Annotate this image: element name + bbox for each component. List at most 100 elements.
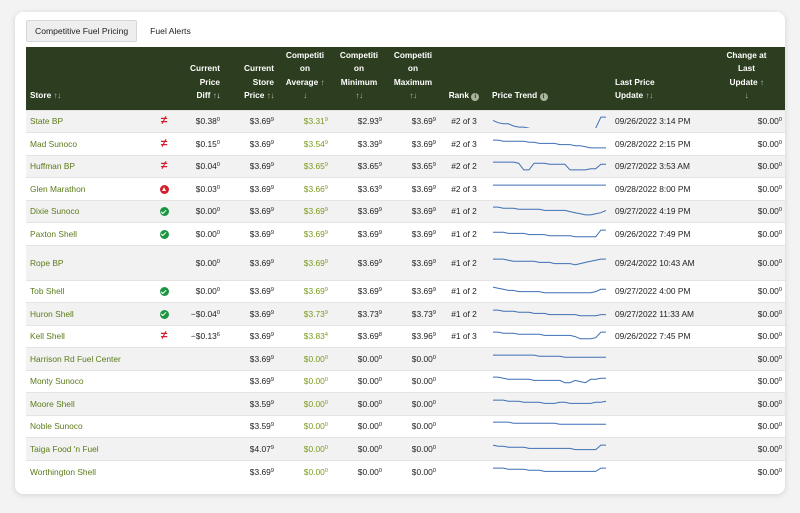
store-link[interactable]: Harrison Rd Fuel Center (30, 354, 121, 364)
table-row[interactable]: Rope BP $0.000 $3.699 $3.699 $3.699 $3.6… (26, 244, 785, 280)
rank-cell: #2 of 3 (440, 177, 488, 200)
table-row[interactable]: Mad Sunoco ≠ $0.150 $3.699 $3.549 $3.399… (26, 132, 785, 155)
header-competition-average[interactable]: Competiti on Average ↑ ↓ (278, 47, 332, 110)
sort-icon: ↑ (759, 76, 764, 87)
change-at-last-update-cell: $0.000 (707, 199, 785, 223)
table-row[interactable]: Dixie Sunoco $0.000 $3.699 $3.699 $3.699… (26, 199, 785, 223)
header-competition-maximum[interactable]: Competiti on Maximum ↑↓ (386, 47, 440, 110)
current-price-diff-cell: $0.150 (174, 132, 224, 155)
price-trend-cell (488, 244, 611, 280)
store-link[interactable]: Huffman BP (30, 161, 75, 171)
pricing-card: Competitive Fuel Pricing Fuel Alerts Sto… (15, 12, 785, 494)
last-price-update-cell (611, 414, 707, 438)
store-link[interactable]: Noble Sunoco (30, 421, 83, 431)
header-current-price-diff[interactable]: Current Price Diff ↑↓ (174, 47, 224, 110)
table-row[interactable]: Huffman BP ≠ $0.040 $3.699 $3.659 $3.659… (26, 154, 785, 178)
rank-cell: #2 of 3 (440, 109, 488, 133)
table-row[interactable]: Taiga Food 'n Fuel $4.079 $0.000 $0.000 … (26, 437, 785, 460)
table-row[interactable]: Kell Shell ≠ −$0.136 $3.699 $3.834 $3.69… (26, 324, 785, 348)
table-row[interactable]: Moore Shell $3.599 $0.000 $0.000 $0.000 … (26, 392, 785, 415)
price-trend-cell (488, 392, 611, 415)
store-link[interactable]: State BP (30, 116, 63, 126)
store-link[interactable]: Dixie Sunoco (30, 206, 79, 216)
store-link[interactable]: Paxton Shell (30, 229, 77, 239)
store-link[interactable]: Tob Shell (30, 286, 64, 296)
competition-minimum-cell: $3.399 (332, 132, 386, 155)
header-competition-minimum[interactable]: Competiti on Minimum ↑↓ (332, 47, 386, 110)
store-link[interactable]: Kell Shell (30, 331, 65, 341)
table-row[interactable]: Noble Sunoco $3.599 $0.000 $0.000 $0.000… (26, 414, 785, 438)
competition-maximum-cell: $3.699 (386, 132, 440, 155)
info-icon[interactable]: i (471, 93, 480, 102)
current-store-price-cell: $3.699 (224, 302, 278, 325)
competition-maximum-cell: $3.699 (386, 199, 440, 223)
table-row[interactable]: State BP ≠ $0.380 $3.699 $3.319 $2.939 $… (26, 109, 785, 133)
price-trend-cell (488, 177, 611, 200)
trend-line (493, 399, 607, 404)
header-change-at-last-update[interactable]: Change at Last Update ↑ ↓ (707, 47, 785, 110)
store-link[interactable]: Worthington Shell (30, 467, 96, 477)
store-link[interactable]: Glen Marathon (30, 184, 85, 194)
sort-icon: ↑↓ (266, 90, 275, 101)
header-current-store-price[interactable]: Current Store Price ↑↓ (224, 47, 278, 110)
tab-fuel-alerts[interactable]: Fuel Alerts (141, 20, 200, 42)
competition-maximum-cell: $0.000 (386, 392, 440, 415)
header-store[interactable]: Store ↑↓ (26, 47, 154, 110)
store-link[interactable]: Taiga Food 'n Fuel (30, 444, 99, 454)
price-trend-sparkline (493, 139, 606, 149)
table-row[interactable]: Glen Marathon $0.030 $3.699 $3.669 $3.63… (26, 177, 785, 200)
rank-cell: #1 of 2 (440, 199, 488, 223)
tab-competitive-fuel-pricing[interactable]: Competitive Fuel Pricing (26, 20, 138, 42)
price-trend-sparkline (492, 116, 606, 129)
last-price-update-cell: 09/24/2022 10:43 AM (611, 244, 707, 280)
competition-minimum-cell: $3.699 (332, 279, 386, 303)
table-row[interactable]: Monty Sunoco $3.699 $0.000 $0.000 $0.000… (26, 369, 785, 393)
competition-maximum-cell: $3.659 (386, 154, 440, 178)
store-cell: Rope BP (26, 244, 154, 280)
price-trend-cell (488, 302, 611, 325)
table-row[interactable]: Huron Shell −$0.040 $3.699 $3.739 $3.739… (26, 302, 785, 325)
table-row[interactable]: Harrison Rd Fuel Center $3.699 $0.000 $0… (26, 347, 785, 370)
tab-bar: Competitive Fuel Pricing Fuel Alerts (26, 20, 204, 42)
status-cell: ≠ (154, 154, 174, 178)
header-last-price-update[interactable]: Last Price Update ↑↓ (611, 47, 707, 110)
last-price-update-cell: 09/27/2022 11:33 AM (611, 302, 707, 325)
store-link[interactable]: Huron Shell (30, 309, 74, 319)
store-link[interactable]: Monty Sunoco (30, 376, 84, 386)
change-at-last-update-cell: $0.000 (707, 437, 785, 460)
competition-average-cell: $3.699 (278, 279, 332, 303)
current-price-diff-cell: −$0.136 (174, 324, 224, 348)
competition-minimum-cell: $0.000 (332, 437, 386, 460)
current-price-diff-cell: $0.030 (174, 177, 224, 200)
status-cell: ≠ (154, 109, 174, 133)
header-rank[interactable]: Rank i (440, 47, 488, 110)
status-cell (154, 177, 174, 200)
table-row[interactable]: Tob Shell $0.000 $3.699 $3.699 $3.699 $3… (26, 279, 785, 303)
current-store-price-cell: $3.699 (224, 222, 278, 245)
store-link[interactable]: Mad Sunoco (30, 139, 77, 149)
info-icon[interactable]: i (539, 93, 548, 102)
change-at-last-update-cell: $0.000 (707, 369, 785, 393)
competition-maximum-cell: $3.699 (386, 222, 440, 245)
competition-minimum-cell: $0.000 (332, 414, 386, 438)
rank-cell: #1 of 3 (440, 324, 488, 348)
competition-minimum-cell: $3.739 (332, 302, 386, 325)
price-trend-cell (488, 222, 611, 245)
price-trend-sparkline (493, 467, 606, 472)
store-link[interactable]: Moore Shell (30, 399, 75, 409)
current-store-price-cell: $3.599 (224, 392, 278, 415)
price-trend-cell (488, 199, 611, 223)
current-price-diff-cell: $0.040 (174, 154, 224, 178)
price-trend-sparkline (492, 444, 606, 450)
store-link[interactable]: Rope BP (30, 258, 64, 268)
competition-minimum-cell: $2.939 (332, 109, 386, 133)
competition-average-cell: $3.834 (278, 324, 332, 348)
table-row[interactable]: Paxton Shell $0.000 $3.699 $3.699 $3.699… (26, 222, 785, 245)
store-cell: Mad Sunoco (26, 132, 154, 155)
trend-line (492, 116, 606, 129)
table-row[interactable]: Worthington Shell $3.699 $0.000 $0.000 $… (26, 459, 785, 483)
change-at-last-update-cell: $0.000 (707, 222, 785, 245)
check-circle-icon (159, 287, 169, 297)
competition-maximum-cell: $3.699 (386, 177, 440, 200)
last-price-update-cell (611, 392, 707, 415)
